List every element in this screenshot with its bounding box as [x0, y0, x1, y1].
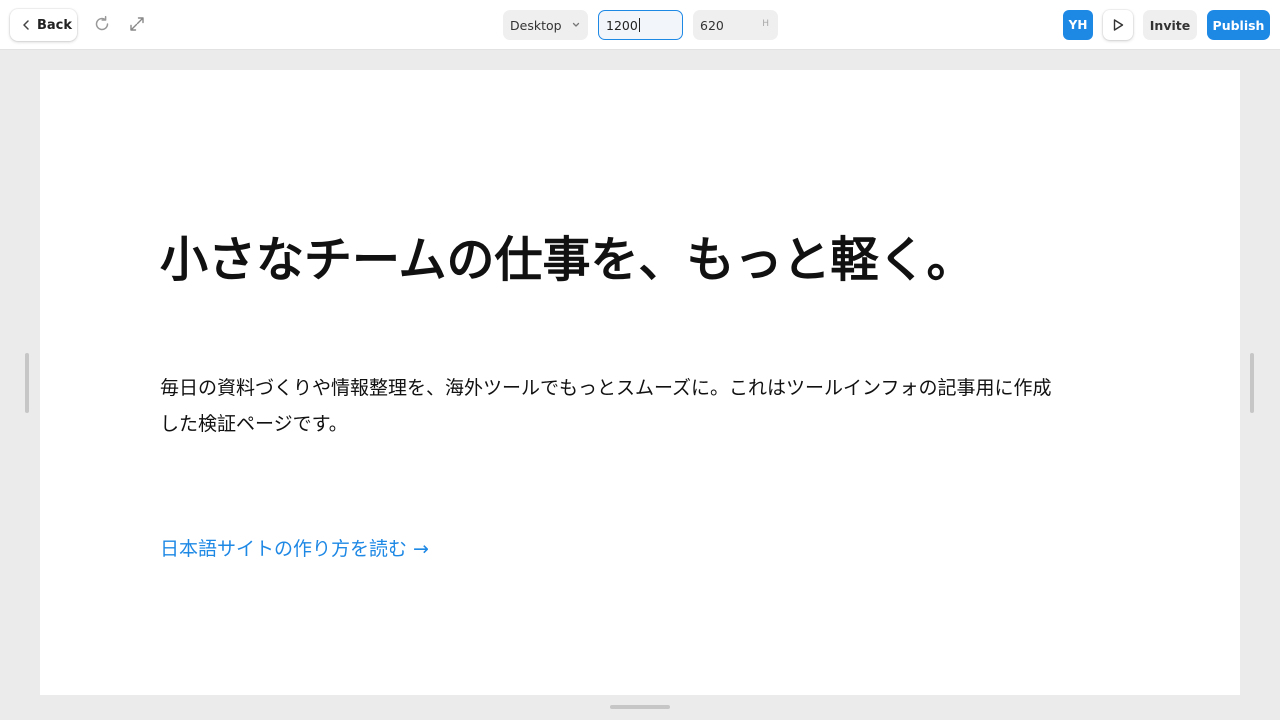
publish-button[interactable]: Publish: [1207, 10, 1270, 40]
invite-button[interactable]: Invite: [1143, 10, 1197, 40]
back-button[interactable]: Back: [10, 9, 77, 41]
user-avatar[interactable]: YH: [1063, 10, 1093, 40]
redo-icon: [95, 15, 109, 31]
text-cursor: [638, 18, 640, 32]
width-input[interactable]: 1200: [598, 10, 683, 40]
resize-handle-bottom[interactable]: [610, 705, 670, 709]
back-label: Back: [37, 17, 73, 33]
width-value: 1200: [606, 17, 638, 33]
resize-handle-right[interactable]: [1250, 353, 1254, 413]
play-icon: [1113, 19, 1124, 31]
resize-handle-left[interactable]: [25, 353, 29, 413]
page-headline: 小さなチームの仕事を、もっと軽く。: [160, 232, 975, 288]
preview-canvas: 小さなチームの仕事を、もっと軽く。 毎日の資料づくりや情報整理を、海外ツールでも…: [40, 70, 1240, 695]
height-input[interactable]: 620 H: [693, 10, 778, 40]
editor-toolbar: Back Desktop 1200 620 H YH Invite Publis…: [0, 0, 1280, 50]
chevron-left-icon: [23, 20, 29, 30]
height-value: 620: [700, 17, 724, 33]
redo-button[interactable]: [92, 14, 112, 34]
page-body-text: 毎日の資料づくりや情報整理を、海外ツールでもっとスムーズに。これはツールインフォ…: [160, 377, 1052, 435]
device-select[interactable]: Desktop: [503, 10, 588, 40]
preview-button[interactable]: [1103, 10, 1133, 40]
device-select-value: Desktop: [510, 17, 562, 33]
expand-icon: [130, 17, 144, 31]
read-guide-link[interactable]: 日本語サイトの作り方を読む →: [160, 534, 429, 564]
chevron-down-icon: [572, 22, 580, 27]
expand-button[interactable]: [127, 14, 147, 34]
height-unit-label: H: [762, 19, 769, 29]
